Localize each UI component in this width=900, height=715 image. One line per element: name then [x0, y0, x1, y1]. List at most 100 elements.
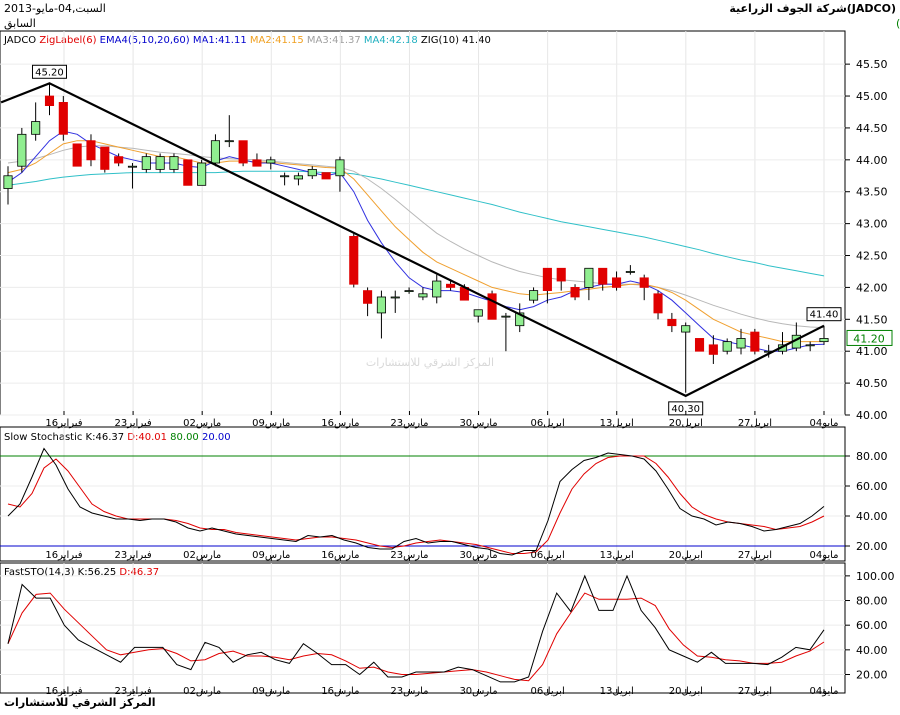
- x-tick-label: 30مارس: [459, 418, 497, 429]
- x-tick-label: 16مارس: [321, 686, 359, 697]
- x-tick-label: 20ابريل: [669, 686, 703, 697]
- legend-entry: 0.10(+0.24 %): [896, 17, 900, 30]
- x-tick-label: 13ابريل: [600, 550, 634, 561]
- date-label: السبت,04-مايو-2013: [4, 2, 106, 15]
- chart-canvas: السبت,04-مايو-2013 شركة الجوف الزراعية(J…: [0, 2, 900, 709]
- candle-body: [694, 338, 705, 352]
- x-tick-label: 16فبراير: [45, 418, 82, 429]
- x-tick-label: 04مايو: [809, 550, 838, 561]
- x-tick-label: 27ابريل: [738, 686, 772, 697]
- candle: [349, 233, 359, 288]
- candle-body: [114, 156, 124, 164]
- x-tick-label: 23فبراير: [115, 418, 152, 429]
- legend-entry: D:40.01: [124, 432, 167, 443]
- x-tick-label: 23فبراير: [115, 550, 152, 561]
- price-axis-label: 44.50: [856, 122, 888, 135]
- candle-body: [127, 165, 138, 168]
- price-axis-label: 41.00: [856, 345, 888, 358]
- candle-body: [141, 156, 151, 170]
- candle-body: [183, 159, 193, 186]
- candle: [141, 153, 151, 173]
- legend-entry: MA3:41.37: [304, 35, 361, 46]
- last-price-label: 41.20: [853, 332, 885, 345]
- legend-entry: MA1:41.11: [190, 35, 247, 46]
- chart-window: السبت,04-مايو-2013 شركة الجوف الزراعية(J…: [0, 0, 900, 711]
- x-tick-label: 23مارس: [390, 550, 428, 561]
- x-tick-label: 30مارس: [459, 550, 497, 561]
- candle-body: [639, 277, 649, 288]
- stochastic-axis-label: 20.00: [856, 540, 888, 553]
- stochastic-axis-label: 60.00: [856, 480, 888, 493]
- candle-body: [224, 140, 234, 143]
- candle-body: [169, 156, 179, 170]
- candle-body: [44, 95, 55, 107]
- candle-body: [280, 175, 290, 178]
- candle-body: [598, 267, 608, 285]
- candle-body: [556, 267, 566, 282]
- zigzag-label: 41.40: [810, 310, 839, 321]
- fast-stochastic-axis-label: 20.00: [856, 669, 888, 682]
- candle-body: [376, 296, 386, 314]
- candle: [58, 96, 68, 141]
- candle-body: [432, 280, 442, 298]
- price-axis-label: 42.50: [856, 250, 888, 263]
- price-axis-label: 44.00: [856, 154, 888, 167]
- price-axis-label: 42.00: [856, 281, 888, 294]
- candle-body: [293, 175, 303, 180]
- price-legend: JADCO ZigLabel(6) EMA4(5,10,20,60) MA1:4…: [3, 35, 491, 46]
- candle-body: [681, 325, 691, 333]
- candle-body: [570, 287, 580, 298]
- candle-body: [100, 146, 110, 170]
- price-axis-label: 43.50: [856, 186, 888, 199]
- candle-body: [404, 290, 414, 293]
- legend-entry: ZIG(10) 41.40: [418, 35, 491, 46]
- x-tick-label: 23مارس: [390, 686, 428, 697]
- legend-entry: ZigLabel(6): [36, 35, 96, 46]
- candle: [169, 153, 179, 173]
- candle-body: [418, 293, 428, 298]
- candle-body: [197, 162, 207, 186]
- fast-stochastic-axis-label: 80.00: [856, 595, 888, 608]
- x-tick-label: 09مارس: [252, 418, 290, 429]
- price-axis-label: 45.50: [856, 58, 888, 71]
- candle: [487, 290, 497, 320]
- slow-stochastic-legend: Slow Stochastic K:46.37 D:40.01 80.00 20…: [4, 432, 231, 443]
- x-tick-label: 02مارس: [183, 550, 221, 561]
- candle-body: [390, 296, 400, 299]
- candle-body: [349, 235, 359, 285]
- x-tick-label: 16فبراير: [45, 550, 82, 561]
- legend-entry: 20.00: [199, 432, 231, 443]
- x-tick-label: 06ابريل: [531, 418, 565, 429]
- stochastic-axis-label: 80.00: [856, 450, 888, 463]
- x-tick-label: 23مارس: [390, 418, 428, 429]
- x-tick-label: 20ابريل: [669, 550, 703, 561]
- legend-entry: JADCO: [3, 35, 36, 46]
- x-tick-label: 20ابريل: [669, 418, 703, 429]
- x-tick-label: 13ابريل: [600, 686, 634, 697]
- price-axis-label: 41.50: [856, 313, 888, 326]
- candle-body: [252, 159, 262, 167]
- candle-body: [708, 344, 718, 355]
- x-tick-label: 04مايو: [809, 418, 838, 429]
- candle-body: [736, 338, 746, 349]
- x-tick-label: 02مارس: [183, 418, 221, 429]
- footer-logo: المركز الشرقي للاستشارات: [4, 696, 156, 709]
- price-axis-label: 40.00: [856, 409, 888, 422]
- candle-body: [363, 290, 373, 304]
- candle-body: [653, 293, 663, 314]
- legend-entry: MA2:41.15: [247, 35, 304, 46]
- candle-body: [625, 271, 635, 273]
- candle-body: [819, 338, 829, 343]
- candle-body: [473, 309, 483, 317]
- candle: [750, 328, 760, 355]
- x-tick-label: 30مارس: [459, 686, 497, 697]
- candle-body: [487, 293, 497, 320]
- candle: [100, 146, 110, 173]
- candle-body: [501, 315, 511, 318]
- x-tick-label: 09مارس: [252, 550, 290, 561]
- candle-body: [17, 133, 27, 167]
- x-tick-label: 13ابريل: [600, 418, 634, 429]
- legend-entry: 80.00: [167, 432, 199, 443]
- candle-body: [335, 159, 345, 177]
- x-tick-label: 09مارس: [252, 686, 290, 697]
